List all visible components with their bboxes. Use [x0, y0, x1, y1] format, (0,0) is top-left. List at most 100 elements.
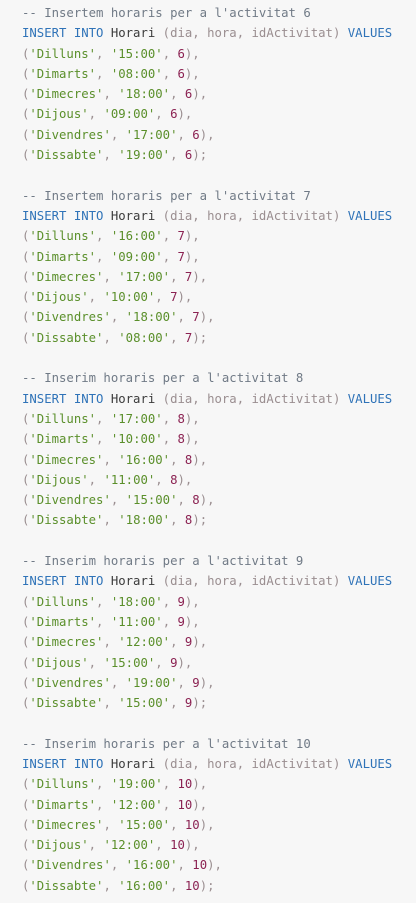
separator: ,	[177, 675, 193, 690]
separator: ,	[96, 432, 111, 447]
row-terminator: ),	[199, 127, 215, 142]
separator: ,	[170, 513, 185, 528]
value-row: ('Divendres', '17:00', 6),	[22, 125, 416, 145]
sql-comment: -- Inserim horaris per a l'activitat 9	[22, 554, 304, 569]
value-row: ('Dilluns', '16:00', 7),	[22, 226, 416, 246]
separator: ,	[96, 46, 111, 61]
separator: ,	[103, 452, 119, 467]
hour-value: '15:00'	[103, 655, 156, 670]
day-value: 'Dijous'	[29, 290, 89, 305]
hour-value: '19:00'	[110, 777, 163, 792]
sql-comment: -- Inserim horaris per a l'activitat 8	[22, 371, 304, 386]
day-value: 'Dissabte'	[29, 330, 104, 345]
separator: ,	[162, 614, 178, 629]
separator: ,	[96, 594, 111, 609]
insert-keyword: INSERT INTO	[22, 208, 104, 223]
insert-line: INSERT INTO Horari (dia, hora, idActivit…	[22, 389, 416, 409]
value-row: ('Dissabte', '15:00', 9);	[22, 693, 416, 713]
separator: ,	[88, 290, 104, 305]
row-terminator: ),	[184, 229, 200, 244]
day-value: 'Dissabte'	[29, 148, 104, 163]
hour-value: '18:00'	[118, 87, 171, 102]
day-value: 'Dimarts'	[29, 614, 97, 629]
day-value: 'Divendres'	[29, 675, 111, 690]
separator: ,	[155, 838, 171, 853]
separator: ,	[88, 472, 104, 487]
insert-line: INSERT INTO Horari (dia, hora, idActivit…	[22, 571, 416, 591]
value-row: ('Dissabte', '18:00', 8);	[22, 510, 416, 530]
hour-value: '09:00'	[110, 249, 163, 264]
value-row: ('Divendres', '19:00', 9),	[22, 673, 416, 693]
day-value: 'Dimecres'	[29, 452, 104, 467]
hour-value: '17:00'	[125, 127, 178, 142]
separator: ,	[103, 330, 119, 345]
activity-id: 10	[184, 878, 200, 893]
hour-value: '18:00'	[125, 310, 178, 325]
row-terminator: ),	[192, 777, 208, 792]
separator: ,	[162, 777, 178, 792]
day-value: 'Dimecres'	[29, 87, 104, 102]
day-value: 'Dissabte'	[29, 513, 104, 528]
row-terminator: ),	[184, 411, 200, 426]
insert-keyword: INSERT INTO	[22, 756, 104, 771]
activity-id: 9	[170, 655, 178, 670]
hour-value: '08:00'	[110, 66, 163, 81]
value-row: ('Dimecres', '15:00', 10),	[22, 815, 416, 835]
insert-keyword: INSERT INTO	[22, 391, 104, 406]
insert-line: INSERT INTO Horari (dia, hora, idActivit…	[22, 754, 416, 774]
separator: ,	[96, 797, 111, 812]
value-row: ('Dissabte', '19:00', 6);	[22, 145, 416, 165]
hour-value: '16:00'	[118, 878, 171, 893]
activity-id: 10	[177, 797, 193, 812]
activity-id: 6	[192, 127, 200, 142]
separator: ,	[110, 675, 126, 690]
sql-comment: -- Inserim horaris per a l'activitat 10	[22, 736, 311, 751]
day-value: 'Dimecres'	[29, 269, 104, 284]
hour-value: '18:00'	[110, 594, 163, 609]
row-terminator: ),	[192, 452, 208, 467]
value-row: ('Dimecres', '16:00', 8),	[22, 450, 416, 470]
hour-value: '18:00'	[118, 513, 171, 528]
value-row: ('Divendres', '15:00', 8),	[22, 490, 416, 510]
value-row: ('Dilluns', '18:00', 9),	[22, 592, 416, 612]
activity-id: 7	[192, 310, 200, 325]
value-row: ('Dissabte', '08:00', 7);	[22, 328, 416, 348]
values-keyword: VALUES	[347, 574, 393, 589]
activity-id: 8	[177, 432, 185, 447]
row-terminator: );	[192, 696, 208, 711]
insert-keyword: INSERT INTO	[22, 574, 104, 589]
activity-id: 9	[192, 675, 200, 690]
value-row: ('Divendres', '16:00', 10),	[22, 855, 416, 875]
value-row: ('Dimarts', '09:00', 7),	[22, 247, 416, 267]
day-value: 'Dimarts'	[29, 249, 97, 264]
separator: ,	[88, 838, 104, 853]
day-value: 'Dissabte'	[29, 696, 104, 711]
activity-id: 8	[192, 493, 200, 508]
comment-line: -- Inserim horaris per a l'activitat 10	[22, 734, 416, 754]
separator: ,	[170, 817, 185, 832]
separator: ,	[170, 330, 185, 345]
day-value: 'Dimarts'	[29, 432, 97, 447]
separator: ,	[110, 310, 126, 325]
hour-value: '12:00'	[110, 797, 163, 812]
column-list: (dia, hora, idActivitat)	[162, 391, 341, 406]
separator: ,	[177, 858, 193, 873]
separator: ,	[103, 696, 119, 711]
row-terminator: ),	[177, 655, 193, 670]
value-row: ('Dilluns', '19:00', 10),	[22, 774, 416, 794]
separator: ,	[162, 46, 178, 61]
row-terminator: ),	[207, 858, 222, 873]
separator: ,	[162, 411, 178, 426]
table-name: Horari	[110, 391, 156, 406]
day-value: 'Divendres'	[29, 858, 111, 873]
row-terminator: );	[192, 513, 208, 528]
value-row: ('Dimarts', '08:00', 6),	[22, 64, 416, 84]
activity-id: 9	[177, 594, 185, 609]
row-terminator: ),	[199, 817, 215, 832]
activity-id: 10	[177, 777, 193, 792]
activity-id: 7	[170, 290, 178, 305]
separator: ,	[110, 493, 126, 508]
separator: ,	[110, 127, 126, 142]
separator: ,	[177, 493, 193, 508]
column-list: (dia, hora, idActivitat)	[162, 756, 341, 771]
